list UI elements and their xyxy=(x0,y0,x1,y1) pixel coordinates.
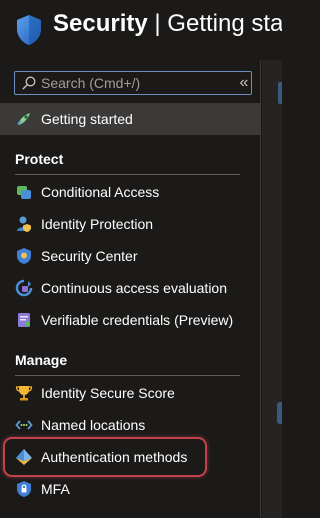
section-divider xyxy=(15,375,240,376)
security-center-icon xyxy=(15,247,33,265)
content-pane-element xyxy=(278,82,282,104)
pane-divider xyxy=(260,60,261,518)
highlight-annotation xyxy=(3,437,207,477)
section-header-protect: Protect xyxy=(15,151,64,167)
nav-item-conditional-access[interactable]: Conditional Access xyxy=(0,176,240,208)
continuous-access-icon xyxy=(15,279,33,297)
conditional-access-icon xyxy=(15,183,33,201)
nav-item-label: Named locations xyxy=(41,417,146,433)
verifiable-credentials-icon xyxy=(15,311,33,329)
nav-item-label: Verifiable credentials (Preview) xyxy=(41,312,234,328)
search-icon xyxy=(22,76,36,90)
nav-item-identity-secure-score[interactable]: Identity Secure Score xyxy=(0,377,240,409)
section-divider xyxy=(15,174,240,175)
blade-header: Security | Getting star xyxy=(0,0,282,60)
collapse-menu-button[interactable]: « xyxy=(235,73,253,93)
nav-item-label: Identity Secure Score xyxy=(41,385,175,401)
nav-item-getting-started[interactable]: Getting started xyxy=(0,103,260,135)
nav-item-identity-protection[interactable]: Identity Protection xyxy=(0,208,240,240)
security-shield-icon xyxy=(17,15,41,45)
section-header-manage: Manage xyxy=(15,352,68,368)
named-locations-icon xyxy=(15,416,33,434)
mfa-shield-icon xyxy=(15,480,33,498)
rocket-icon xyxy=(15,110,33,128)
nav-item-security-center[interactable]: Security Center xyxy=(0,240,240,272)
trophy-icon xyxy=(15,384,33,402)
identity-protection-icon xyxy=(15,215,33,233)
search-input[interactable] xyxy=(41,75,251,91)
nav-item-mfa[interactable]: MFA xyxy=(0,473,240,505)
nav-item-label: Identity Protection xyxy=(41,216,154,232)
search-box[interactable] xyxy=(14,71,252,95)
nav-item-continuous-access-evaluation[interactable]: Continuous access evaluation xyxy=(0,272,240,304)
nav-item-label: MFA xyxy=(41,481,70,497)
nav-item-verifiable-credentials[interactable]: Verifiable credentials (Preview) xyxy=(0,304,240,336)
content-pane-element xyxy=(277,402,282,424)
page-title: Security | Getting star xyxy=(53,10,282,37)
nav-item-label: Continuous access evaluation xyxy=(41,280,228,296)
security-blade: Security | Getting star « Getting starte… xyxy=(0,0,282,518)
nav-item-label: Getting started xyxy=(41,111,133,127)
nav-item-label: Security Center xyxy=(41,248,138,264)
content-pane-edge xyxy=(262,60,282,518)
nav-item-label: Conditional Access xyxy=(41,184,160,200)
